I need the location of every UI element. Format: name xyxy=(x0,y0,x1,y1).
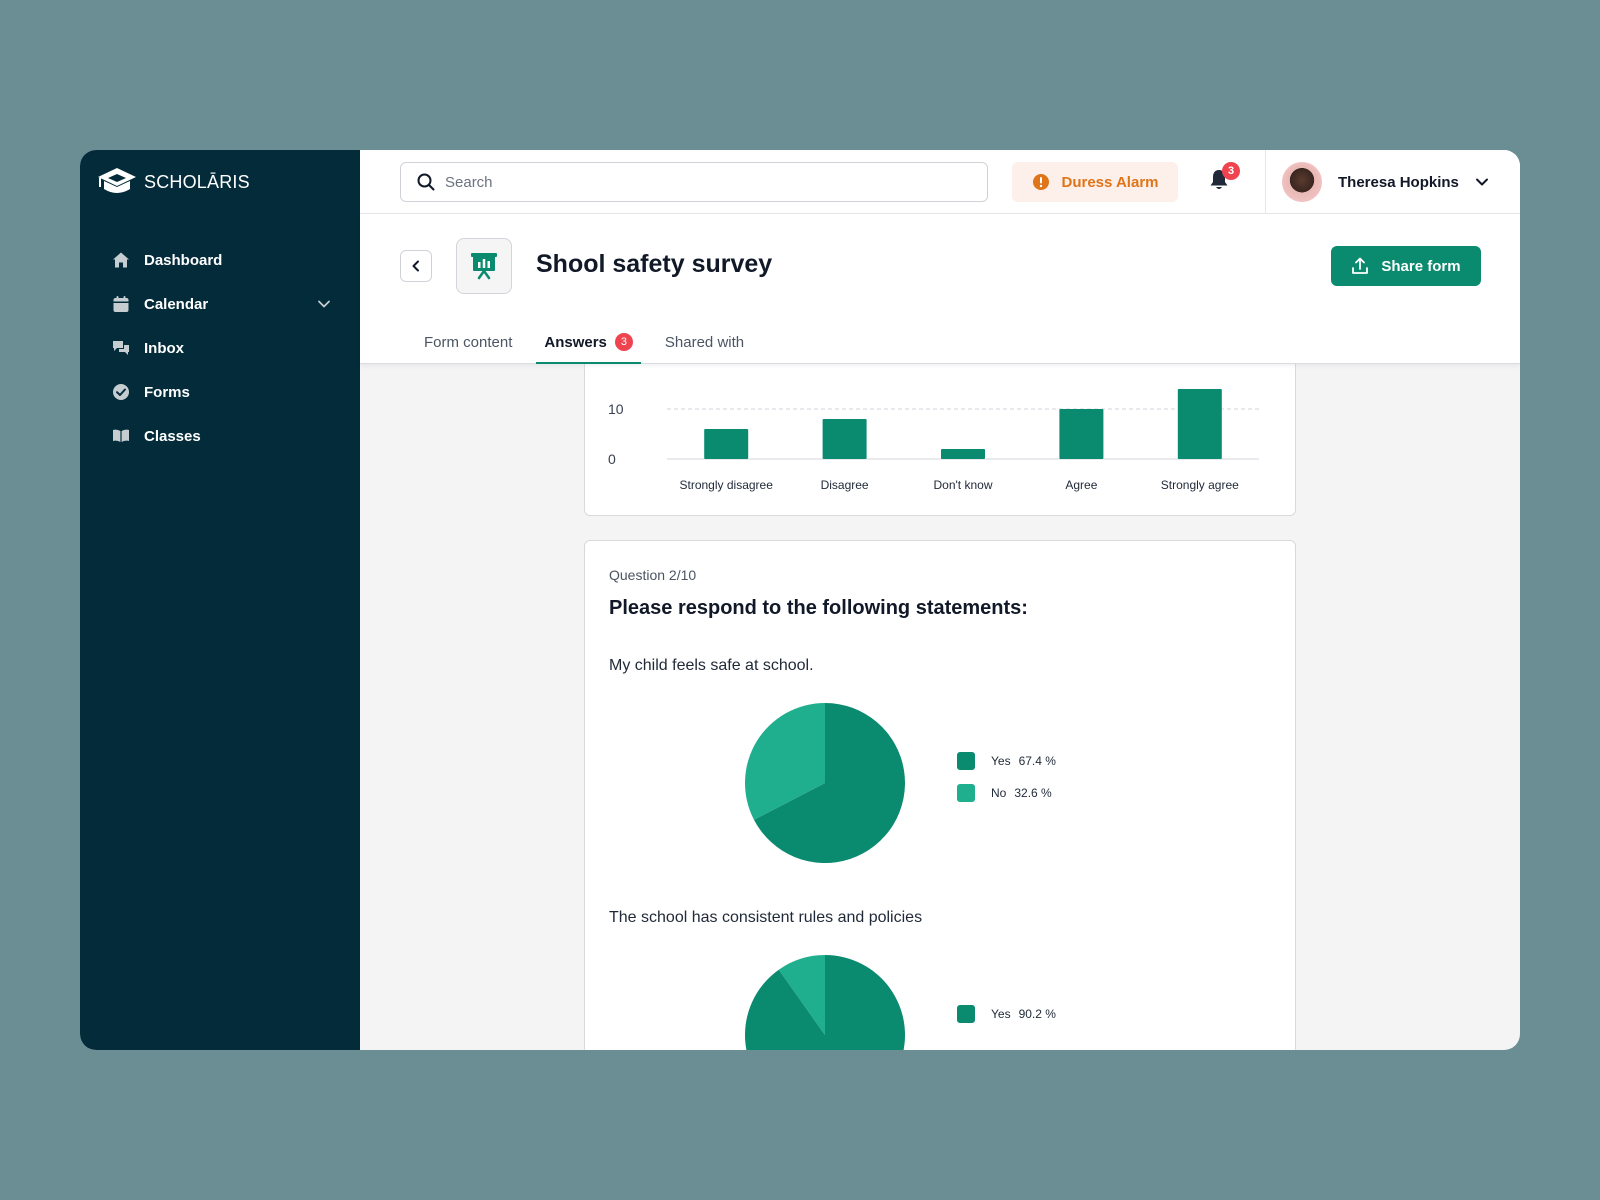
pie-1-legend: Yes 67.4 % No 32.6 % xyxy=(957,752,1056,802)
sidebar-item-forms[interactable]: Forms xyxy=(112,370,332,414)
statement-2: The school has consistent rules and poli… xyxy=(609,909,923,926)
bar xyxy=(1059,409,1104,459)
duress-alarm-button[interactable]: Duress Alarm xyxy=(1012,162,1178,202)
tab-answers[interactable]: Answers 3 xyxy=(536,322,641,364)
question-2-card: Question 2/10 Please respond to the foll… xyxy=(584,540,1296,1050)
sidebar-item-calendar[interactable]: Calendar xyxy=(112,282,332,326)
topbar: Duress Alarm 3 Theresa Hopkins xyxy=(360,150,1520,214)
sidebar-item-label: Classes xyxy=(144,427,201,445)
brand-name: SCHOLĀRIS xyxy=(144,171,250,192)
legend-item-yes: Yes 90.2 % xyxy=(957,1005,1056,1023)
alert-icon xyxy=(1032,174,1049,190)
x-tick-label: Strongly agree xyxy=(1161,478,1239,492)
duress-alarm-label: Duress Alarm xyxy=(1061,173,1159,191)
legend-swatch xyxy=(957,752,975,770)
notification-badge: 3 xyxy=(1222,162,1240,180)
search-icon xyxy=(417,173,435,191)
sidebar-item-label: Dashboard xyxy=(144,251,223,269)
home-icon xyxy=(112,251,130,269)
user-name: Theresa Hopkins xyxy=(1338,173,1459,191)
y-tick-label: 0 xyxy=(608,451,616,467)
y-tick-label: 10 xyxy=(608,401,624,417)
question-title: Please respond to the following statemen… xyxy=(609,597,1028,619)
sidebar-item-classes[interactable]: Classes xyxy=(112,414,332,458)
main-area: Duress Alarm 3 Theresa Hopkins Shool saf… xyxy=(360,150,1520,1050)
back-button[interactable] xyxy=(400,250,432,282)
legend-label: Yes xyxy=(991,754,1011,768)
y-tick-label: 20 xyxy=(608,364,624,367)
sidebar-item-dashboard[interactable]: Dashboard xyxy=(112,238,332,282)
chat-icon xyxy=(112,339,130,357)
graduation-cap-icon xyxy=(98,168,136,193)
calendar-icon xyxy=(112,295,130,313)
x-tick-label: Don't know xyxy=(934,478,993,492)
presentation-chart-icon xyxy=(456,238,512,294)
logo[interactable]: SCHOLĀRIS xyxy=(96,166,250,198)
check-circle-icon xyxy=(112,383,130,401)
tab-bar: Form content Answers 3 Shared with xyxy=(416,322,768,364)
sidebar-nav: Dashboard Calendar Inbox Forms Classes xyxy=(112,238,332,458)
sidebar-item-label: Inbox xyxy=(144,339,184,357)
bar xyxy=(941,449,985,459)
chevron-down-icon[interactable] xyxy=(316,296,332,312)
x-tick-label: Disagree xyxy=(821,478,869,492)
legend-value: 32.6 % xyxy=(1014,786,1052,800)
answers-count-badge: 3 xyxy=(614,333,633,351)
share-form-button[interactable]: Share form xyxy=(1331,246,1481,286)
tab-label: Answers xyxy=(544,333,607,351)
chevron-down-icon xyxy=(1475,178,1488,186)
sidebar: SCHOLĀRIS Dashboard Calendar Inbox Forms… xyxy=(80,150,360,1050)
bar xyxy=(704,429,749,459)
sidebar-item-inbox[interactable]: Inbox xyxy=(112,326,332,370)
x-tick-label: Agree xyxy=(1065,478,1097,492)
bar xyxy=(822,419,867,459)
question-number: Question 2/10 xyxy=(609,567,697,583)
chevron-left-icon xyxy=(412,260,419,272)
legend-swatch xyxy=(957,784,975,802)
legend-item-yes: Yes 67.4 % xyxy=(957,752,1056,770)
legend-swatch xyxy=(957,1005,975,1023)
tab-label: Shared with xyxy=(664,333,745,351)
page-header: Shool safety survey Share form Form cont… xyxy=(360,214,1520,364)
legend-label: No xyxy=(991,786,1007,800)
sidebar-item-label: Forms xyxy=(144,383,190,401)
bar-chart: 0 10 20 Strongly disagree Disagree Don't know… xyxy=(608,364,1259,492)
legend-value: 67.4 % xyxy=(1018,754,1056,768)
tab-shared-with[interactable]: Shared with xyxy=(657,322,752,362)
legend-value: 90.2 % xyxy=(1018,1007,1056,1021)
sidebar-item-label: Calendar xyxy=(144,295,209,313)
question-1-card: 0 10 20 Strongly disagree Disagree Don't know… xyxy=(584,364,1296,516)
pie-2-legend: Yes 90.2 % xyxy=(957,1005,1056,1023)
statement-1: My child feels safe at school. xyxy=(609,657,814,674)
topbar-divider xyxy=(1265,150,1266,214)
tab-label: Form content xyxy=(424,333,513,351)
book-icon xyxy=(112,427,130,445)
x-tick-label: Strongly disagree xyxy=(680,478,774,492)
legend-label: Yes xyxy=(991,1007,1011,1021)
tab-form-content[interactable]: Form content xyxy=(416,322,520,362)
pie-chart-2 xyxy=(745,955,905,1050)
answers-content[interactable]: 0 10 20 Strongly disagree Disagree Don't know… xyxy=(360,364,1520,1050)
app-window: SCHOLĀRIS Dashboard Calendar Inbox Forms… xyxy=(80,150,1520,1050)
notifications-button[interactable]: 3 xyxy=(1208,162,1240,194)
bar xyxy=(1177,389,1222,459)
share-form-label: Share form xyxy=(1381,257,1461,275)
search-box[interactable] xyxy=(400,162,988,202)
pie-chart-1 xyxy=(745,703,905,863)
page-title: Shool safety survey xyxy=(536,250,773,278)
search-input[interactable] xyxy=(445,173,945,191)
upload-icon xyxy=(1352,257,1369,274)
legend-item-no: No 32.6 % xyxy=(957,784,1056,802)
avatar xyxy=(1282,162,1322,202)
user-menu[interactable]: Theresa Hopkins xyxy=(1282,162,1489,202)
